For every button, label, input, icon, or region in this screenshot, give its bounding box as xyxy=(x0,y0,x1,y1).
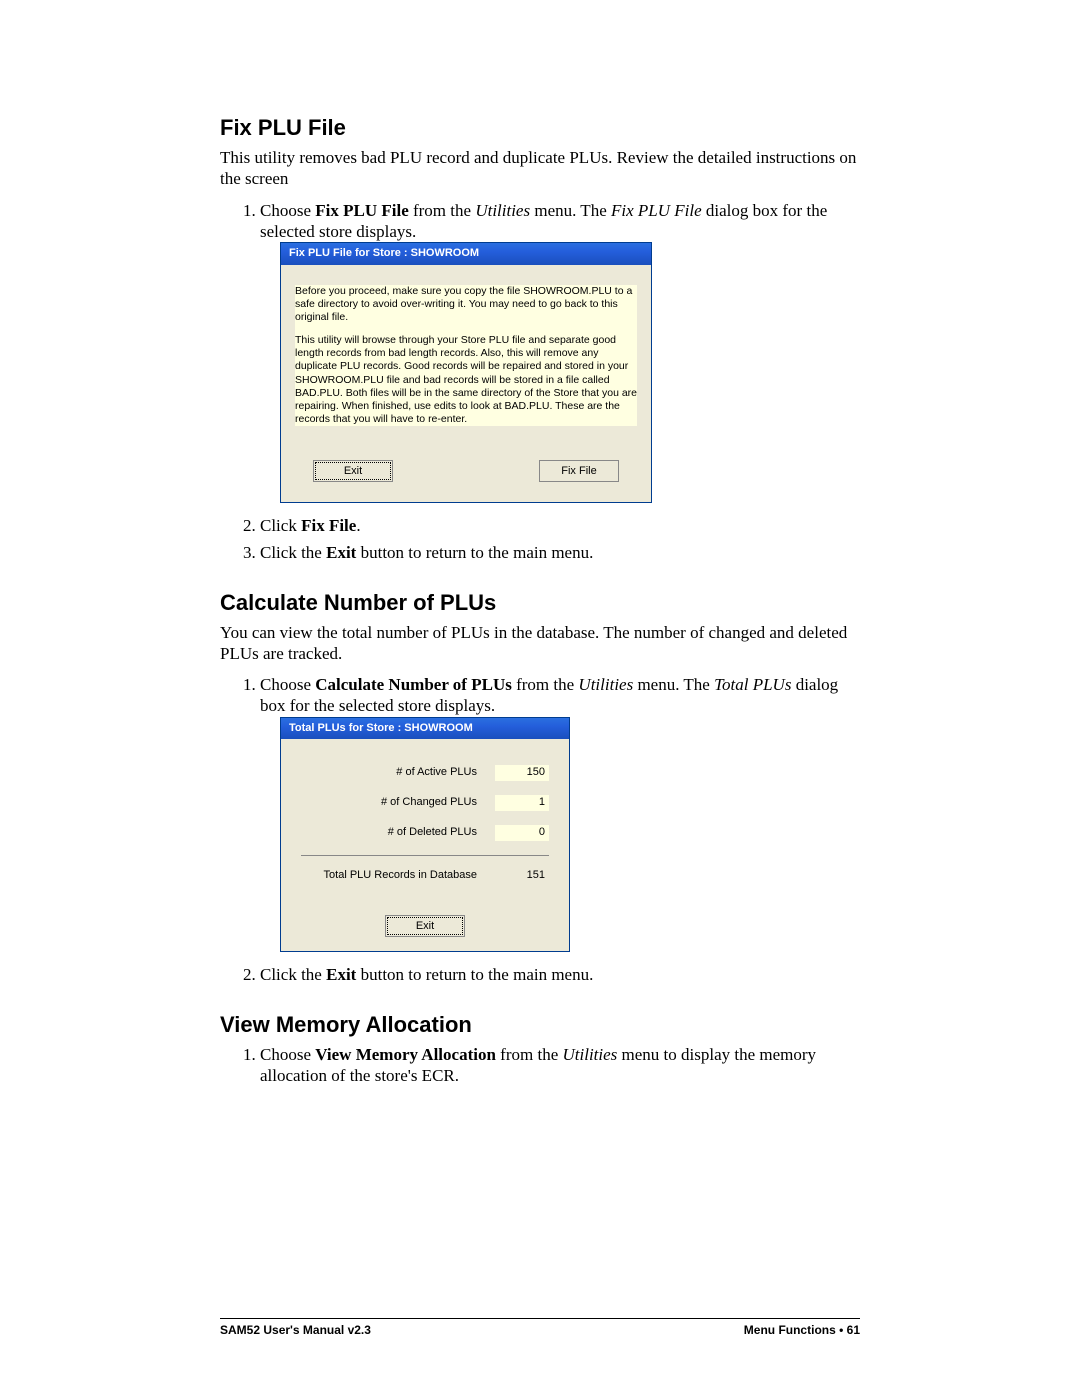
footer-right: Menu Functions • 61 xyxy=(744,1323,860,1337)
label-total-plus: Total PLU Records in Database xyxy=(301,869,477,883)
value-total-plus: 151 xyxy=(495,868,549,884)
row-deleted-plus: # of Deleted PLUs 0 xyxy=(301,825,549,841)
heading-view-memory: View Memory Allocation xyxy=(220,1012,860,1038)
step-1: Choose Calculate Number of PLUs from the… xyxy=(260,674,860,952)
button-row: Exit xyxy=(281,907,569,951)
instruction-para-1: Before you proceed, make sure you copy t… xyxy=(295,285,637,324)
document-page: Fix PLU File This utility removes bad PL… xyxy=(0,0,1080,1397)
value-active-plus: 150 xyxy=(495,765,549,781)
steps-view-memory: Choose View Memory Allocation from the U… xyxy=(220,1044,860,1087)
step-3: Click the Exit button to return to the m… xyxy=(260,542,860,563)
plu-table: # of Active PLUs 150 # of Changed PLUs 1… xyxy=(281,739,569,907)
label-deleted-plus: # of Deleted PLUs xyxy=(301,826,477,840)
steps-calculate-plus: Choose Calculate Number of PLUs from the… xyxy=(220,674,860,986)
value-deleted-plus: 0 xyxy=(495,825,549,841)
step-2: Click the Exit button to return to the m… xyxy=(260,964,860,985)
dialog-title: Fix PLU File for Store : SHOWROOM xyxy=(281,243,651,265)
step-1: Choose Fix PLU File from the Utilities m… xyxy=(260,200,860,504)
fix-file-button[interactable]: Fix File xyxy=(539,460,619,482)
button-row: Exit Fix File xyxy=(295,436,637,490)
label-changed-plus: # of Changed PLUs xyxy=(301,796,477,810)
value-changed-plus: 1 xyxy=(495,795,549,811)
heading-fix-plu-file: Fix PLU File xyxy=(220,115,860,141)
dialog-total-plus: Total PLUs for Store : SHOWROOM # of Act… xyxy=(280,717,570,953)
step-1: Choose View Memory Allocation from the U… xyxy=(260,1044,860,1087)
instruction-box: Before you proceed, make sure you copy t… xyxy=(295,285,637,426)
row-changed-plus: # of Changed PLUs 1 xyxy=(301,795,549,811)
row-active-plus: # of Active PLUs 150 xyxy=(301,765,549,781)
intro-calculate-plus: You can view the total number of PLUs in… xyxy=(220,622,860,665)
dialog-title: Total PLUs for Store : SHOWROOM xyxy=(281,718,569,740)
separator xyxy=(301,855,549,856)
footer-left: SAM52 User's Manual v2.3 xyxy=(220,1323,371,1337)
instruction-para-2: This utility will browse through your St… xyxy=(295,334,637,426)
steps-fix-plu: Choose Fix PLU File from the Utilities m… xyxy=(220,200,860,564)
exit-button[interactable]: Exit xyxy=(313,460,393,482)
label-active-plus: # of Active PLUs xyxy=(301,766,477,780)
dialog-fix-plu-file: Fix PLU File for Store : SHOWROOM Before… xyxy=(280,242,652,503)
row-total-plus: Total PLU Records in Database 151 xyxy=(301,868,549,884)
intro-fix-plu: This utility removes bad PLU record and … xyxy=(220,147,860,190)
exit-button[interactable]: Exit xyxy=(385,915,465,937)
page-footer: SAM52 User's Manual v2.3 Menu Functions … xyxy=(220,1318,860,1337)
step-2: Click Fix File. xyxy=(260,515,860,536)
heading-calculate-plus: Calculate Number of PLUs xyxy=(220,590,860,616)
dialog-body: Before you proceed, make sure you copy t… xyxy=(281,265,651,502)
